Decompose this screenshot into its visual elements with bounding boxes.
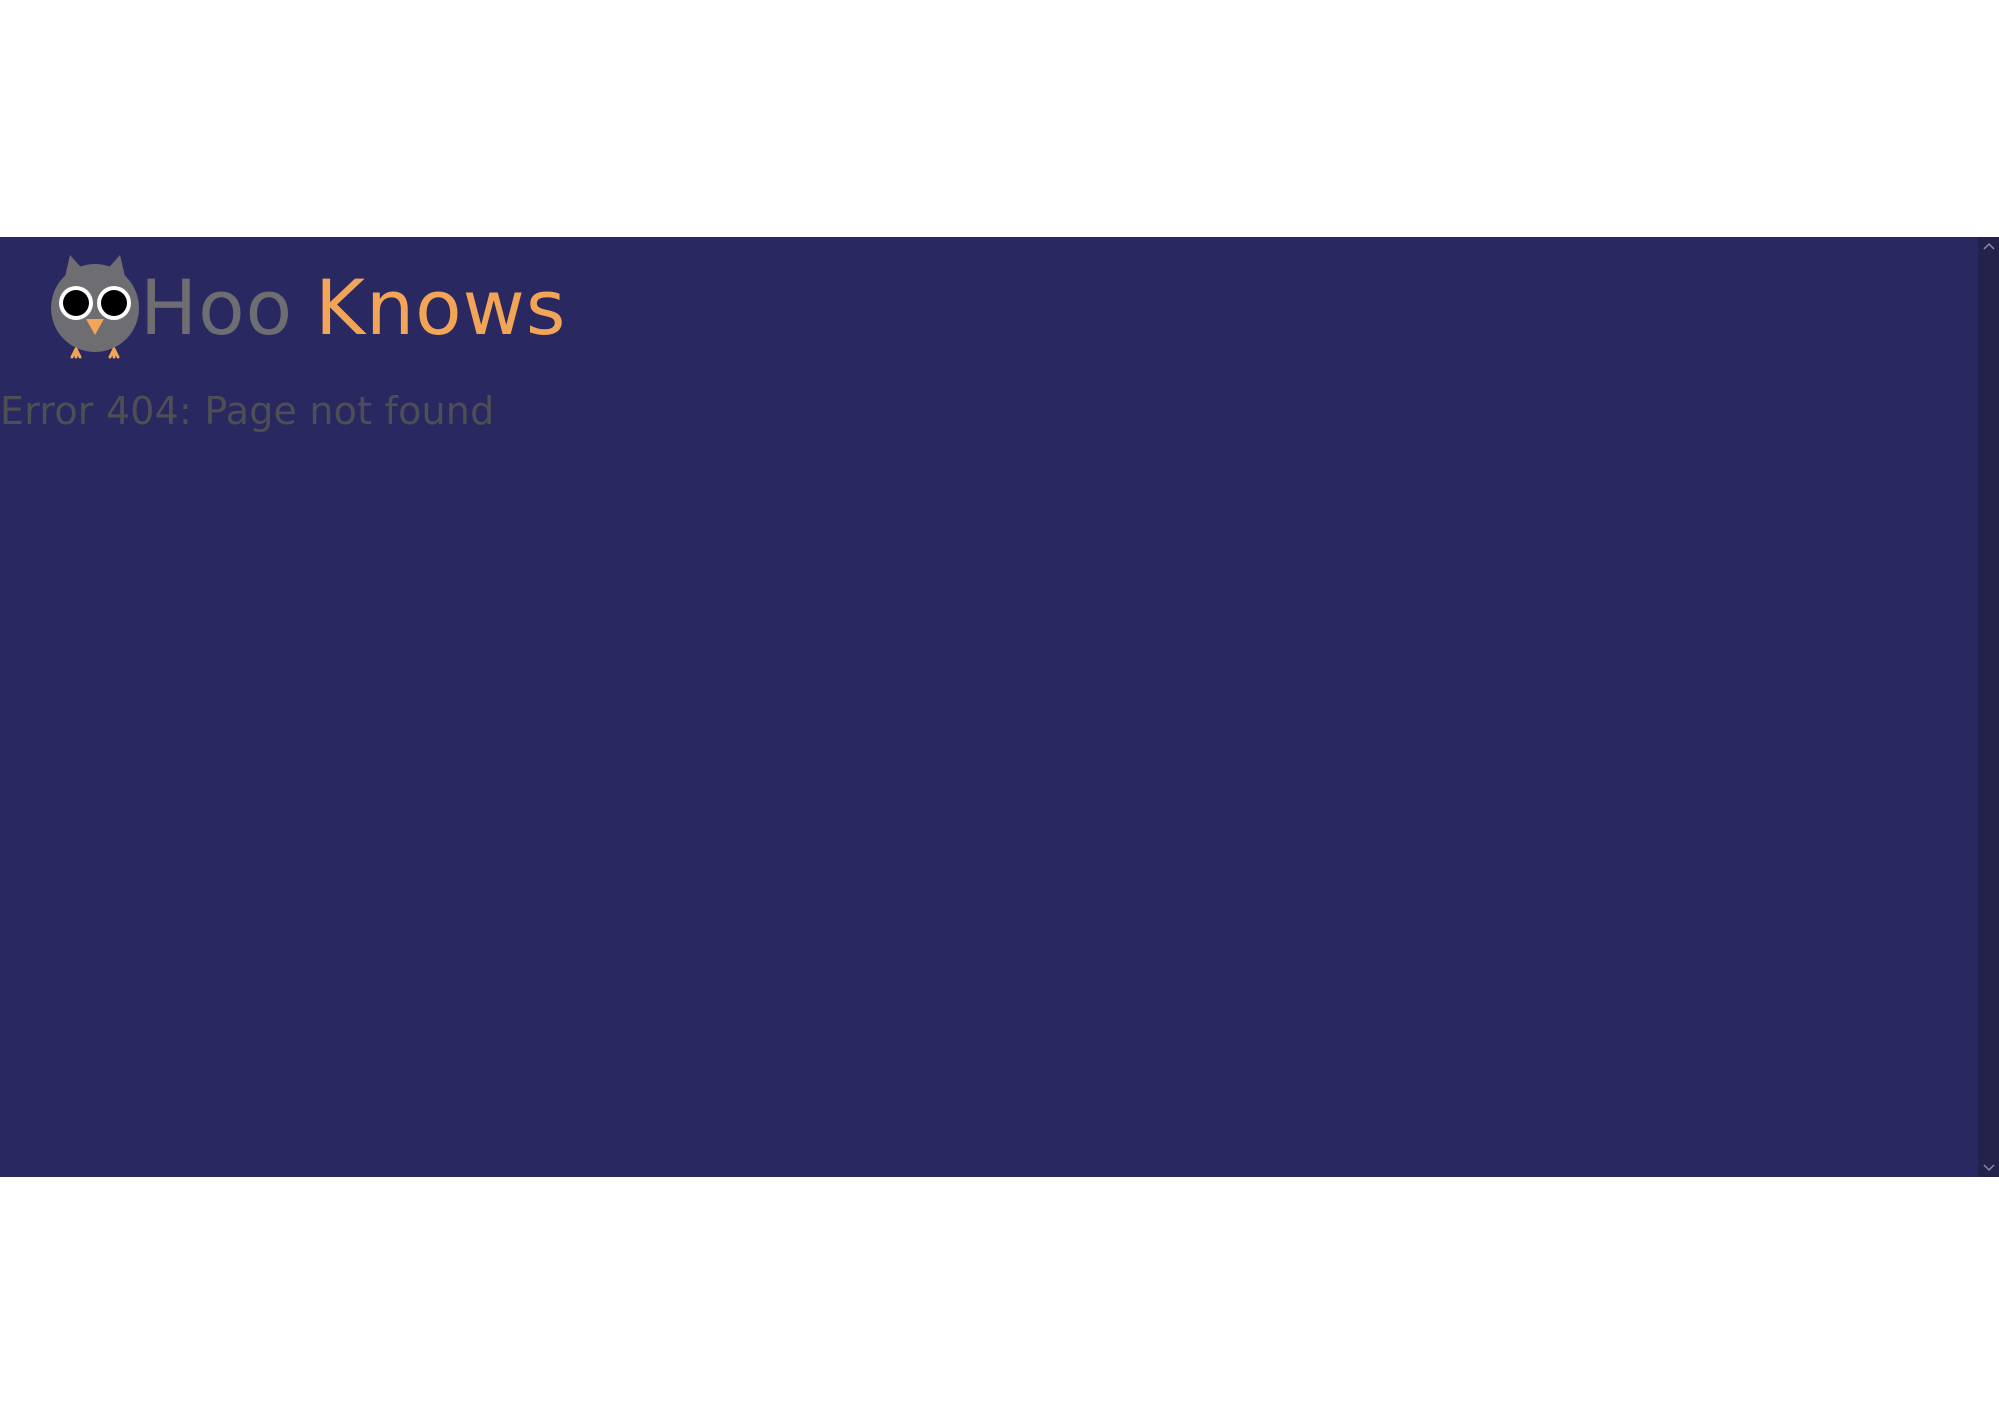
chevron-up-icon [1982, 242, 1995, 250]
page-content: Hoo Knows Error 404: Page not found [0, 237, 1978, 1177]
site-title[interactable]: Hoo Knows [140, 270, 566, 346]
browser-viewport: Hoo Knows Error 404: Page not found [0, 237, 1999, 1177]
error-message: Error 404: Page not found [0, 389, 495, 433]
scroll-down-button[interactable] [1978, 1159, 1999, 1177]
brand-name-part2: Knows [315, 263, 567, 352]
vertical-scrollbar[interactable] [1978, 237, 1999, 1177]
owl-icon [50, 251, 140, 361]
chevron-down-icon [1982, 1164, 1995, 1172]
scroll-up-button[interactable] [1978, 237, 1999, 255]
brand-name-part1: Hoo [140, 263, 294, 352]
site-header: Hoo Knows [50, 251, 566, 361]
